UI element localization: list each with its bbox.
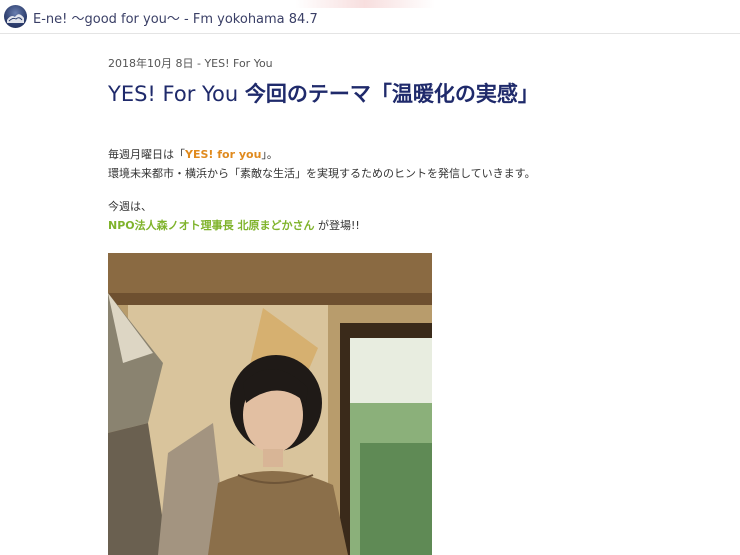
this-week-text: 今週は、: [108, 200, 152, 213]
intro-prefix: 毎週月曜日は「: [108, 148, 185, 161]
intro-paragraph: 毎週月曜日は「YES! for you」。: [108, 146, 278, 162]
guest-photo: [108, 253, 432, 555]
station-logo-icon[interactable]: [4, 5, 27, 28]
intro-suffix: 」。: [261, 148, 278, 161]
post-title-jp: 今回のテーマ「温暖化の実感」: [244, 82, 539, 106]
post-date: 2018年10月 8日 - YES! For You: [108, 57, 273, 70]
program-link[interactable]: YES! for you: [185, 148, 261, 161]
post-title-en: YES! For You: [108, 82, 245, 106]
guest-line: NPO法人森ノオト理事長 北原まどかさん が登場!!: [108, 217, 360, 233]
guest-name: NPO法人森ノオト理事長 北原まどかさん: [108, 219, 315, 232]
header-decoration: [295, 0, 435, 8]
description-paragraph: 環境未来都市・横浜から「素敵な生活」を実現するためのヒントを発信していきます。: [108, 167, 536, 180]
post-title: YES! For You 今回のテーマ「温暖化の実感」: [108, 78, 539, 108]
site-header: E-ne! 〜good for you〜 - Fm yokohama 84.7: [0, 0, 740, 34]
site-title-link[interactable]: E-ne! 〜good for you〜 - Fm yokohama 84.7: [33, 8, 318, 27]
guest-suffix: が登場!!: [314, 219, 360, 232]
